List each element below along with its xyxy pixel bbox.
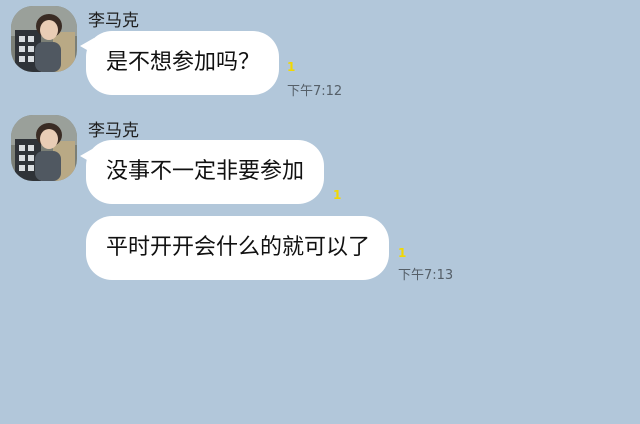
sender-name: 李马克 [88,11,139,31]
profile-photo [11,6,77,72]
message-bubble[interactable]: 平时开开会什么的就可以了 [86,216,389,280]
message-text: 平时开开会什么的就可以了 [106,235,371,260]
message-time: 下午7:13 [398,268,454,283]
unread-count: 1 [398,246,407,260]
message-text: 没事不一定非要参加 [106,159,305,184]
sender-name: 李马克 [88,121,139,141]
unread-count: 1 [287,60,296,74]
avatar[interactable] [11,6,77,72]
avatar[interactable] [11,115,77,181]
message-bubble[interactable]: 是不想参加吗？ [86,31,279,95]
unread-count: 1 [333,188,342,202]
message-bubble[interactable]: 没事不一定非要参加 [86,140,324,204]
message-text: 是不想参加吗？ [106,50,261,75]
chat-room: 李马克 是不想参加吗？ 1 下午7:12 李马克 没事不一定非要参加 1 平时开… [0,0,640,424]
message-time: 下午7:12 [287,84,343,99]
profile-photo [11,115,77,181]
